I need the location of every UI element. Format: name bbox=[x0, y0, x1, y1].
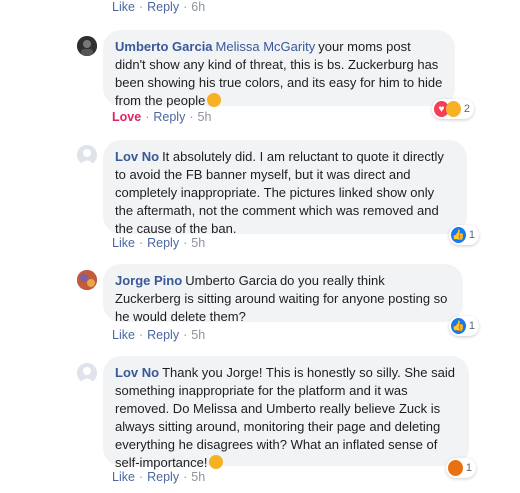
comment-actions: Like · Reply · 5h bbox=[112, 470, 206, 484]
comment-text: Thank you Jorge! This is honestly so sil… bbox=[115, 365, 455, 470]
reaction-summary[interactable]: ♥ 2 bbox=[432, 99, 474, 119]
reply-link[interactable]: Reply bbox=[153, 110, 185, 124]
comment-bubble: Lov No Thank you Jorge! This is honestly … bbox=[103, 356, 469, 470]
comment-time[interactable]: 6h bbox=[191, 0, 205, 14]
comment-author[interactable]: Lov No bbox=[115, 365, 159, 380]
like-link[interactable]: Like bbox=[112, 328, 135, 342]
comment-actions-top: Like · Reply · 6h bbox=[112, 0, 206, 14]
comment-actions: Love · Reply · 5h bbox=[112, 110, 212, 124]
comment-bubble: Jorge Pino Umberto Garcia do you really th… bbox=[103, 264, 463, 324]
reply-link[interactable]: Reply bbox=[147, 470, 179, 484]
comment-author[interactable]: Lov No bbox=[115, 149, 159, 164]
comment-bubble: Umberto Garcia Melissa McGarity your moms … bbox=[103, 30, 455, 108]
avatar-lov-no[interactable] bbox=[77, 145, 97, 165]
reaction-count: 1 bbox=[465, 462, 472, 474]
reaction-summary[interactable]: 👍 1 bbox=[449, 225, 479, 245]
comment-time[interactable]: 5h bbox=[191, 236, 205, 250]
rofl-emoji-icon bbox=[209, 455, 224, 469]
comment-author[interactable]: Umberto Garcia bbox=[115, 39, 213, 54]
love-reaction-link[interactable]: Love bbox=[112, 110, 141, 124]
haha-icon bbox=[445, 101, 461, 117]
reaction-count: 2 bbox=[463, 103, 470, 115]
angry-icon bbox=[448, 460, 463, 476]
comment-time[interactable]: 5h bbox=[191, 470, 205, 484]
reply-link[interactable]: Reply bbox=[147, 0, 179, 14]
comment-time[interactable]: 5h bbox=[191, 328, 205, 342]
avatar-jorge-pino[interactable] bbox=[77, 270, 97, 290]
reply-link[interactable]: Reply bbox=[147, 236, 179, 250]
like-link[interactable]: Like bbox=[112, 236, 135, 250]
comment-mention[interactable]: Melissa McGarity bbox=[216, 39, 316, 54]
reaction-summary[interactable]: 👍 1 bbox=[449, 316, 479, 336]
comment-time[interactable]: 5h bbox=[198, 110, 212, 124]
avatar-lov-no[interactable] bbox=[77, 363, 97, 383]
like-link[interactable]: Like bbox=[112, 0, 135, 14]
reaction-summary[interactable]: 1 bbox=[446, 458, 476, 478]
like-icon: 👍 bbox=[451, 227, 466, 243]
comment-author[interactable]: Jorge Pino bbox=[115, 273, 182, 288]
reaction-count: 1 bbox=[468, 320, 475, 332]
comment-text: It absolutely did. I am reluctant to quo… bbox=[115, 149, 444, 236]
comment-mention[interactable]: Umberto Garcia bbox=[185, 273, 277, 288]
comment-actions: Like · Reply · 5h bbox=[112, 328, 206, 342]
like-icon: 👍 bbox=[451, 318, 466, 334]
avatar-umberto[interactable] bbox=[77, 36, 97, 56]
reaction-count: 1 bbox=[468, 229, 475, 241]
like-link[interactable]: Like bbox=[112, 470, 135, 484]
angry-face-emoji-icon bbox=[207, 93, 222, 107]
reply-link[interactable]: Reply bbox=[147, 328, 179, 342]
comment-actions: Like · Reply · 5h bbox=[112, 236, 206, 250]
comment-bubble: Lov No It absolutely did. I am reluctant … bbox=[103, 140, 467, 236]
